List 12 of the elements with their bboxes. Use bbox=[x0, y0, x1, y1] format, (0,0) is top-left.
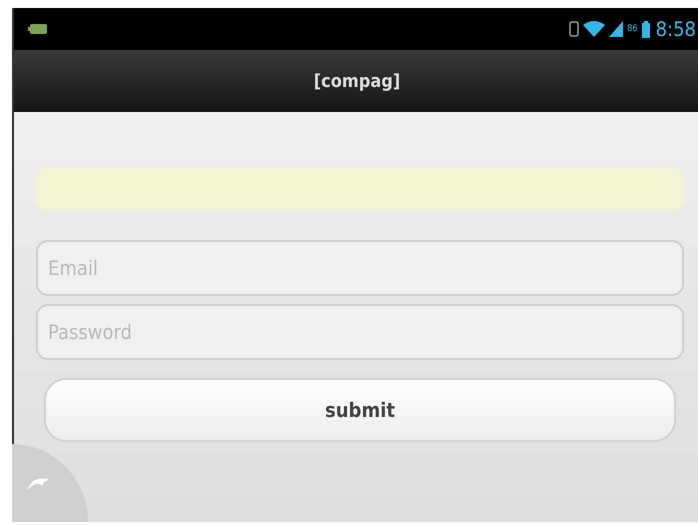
input-field[interactable]: Password bbox=[36, 304, 684, 360]
wifi-icon bbox=[583, 21, 606, 37]
browser-corner-button[interactable] bbox=[12, 444, 88, 522]
signal-icon bbox=[609, 21, 624, 37]
clock-time: 8:58 bbox=[656, 17, 696, 41]
phone-icon bbox=[569, 21, 580, 37]
app-title: [compag] bbox=[314, 70, 400, 92]
submit-button[interactable]: submit bbox=[44, 378, 676, 442]
battery-icon bbox=[642, 20, 650, 38]
battery-percent: 86 bbox=[627, 24, 638, 34]
input-field[interactable]: Email bbox=[36, 240, 684, 296]
battery-icon bbox=[28, 23, 48, 35]
